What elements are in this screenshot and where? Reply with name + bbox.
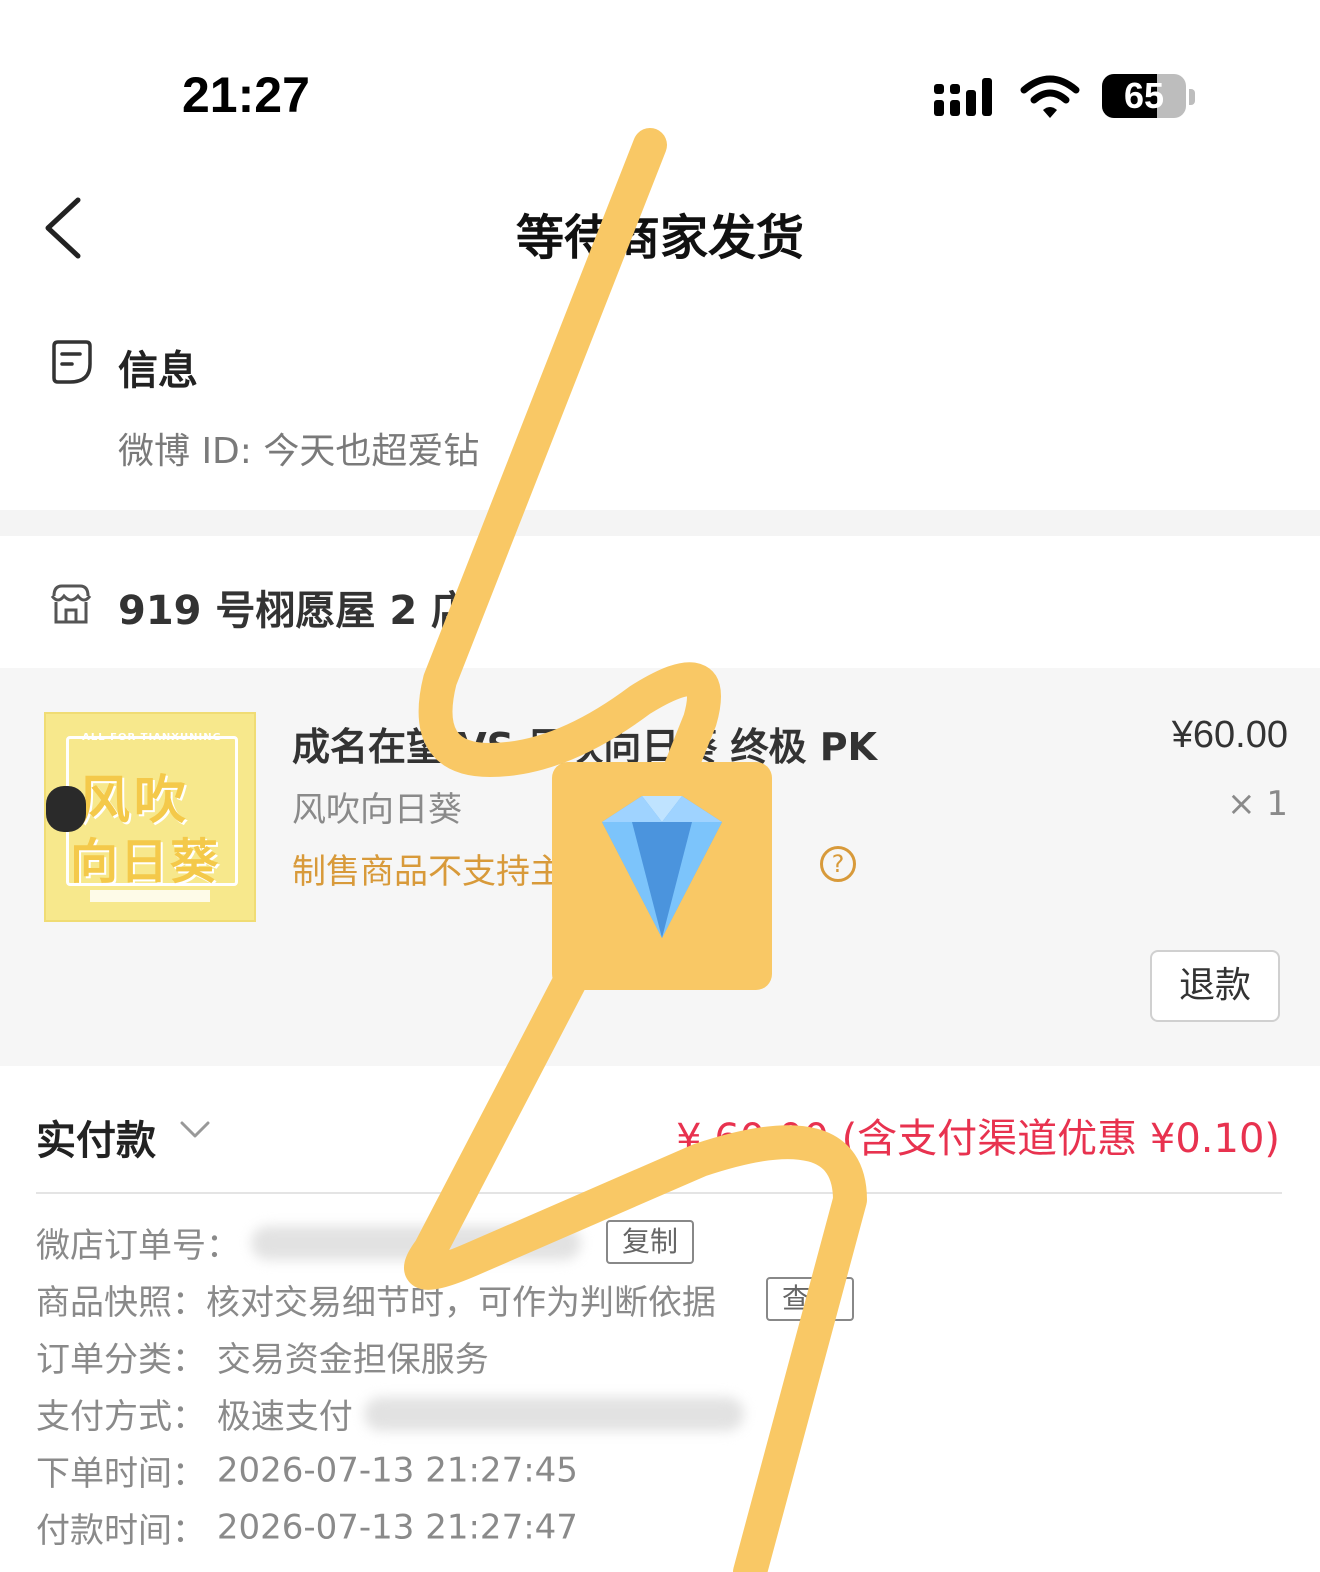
paid-amount: ¥ 60.00 (含支付渠道优惠 ¥0.10)	[676, 1116, 1280, 1162]
pay-time-value: 2026-07-13 21:27:47	[216, 1507, 578, 1548]
pay-method-redacted	[363, 1396, 744, 1431]
thumbnail-bar	[90, 890, 210, 902]
product-price: ¥60.00	[1171, 714, 1288, 756]
chevron-down-icon[interactable]	[180, 1120, 210, 1140]
view-snapshot-button[interactable]: 查看	[766, 1277, 854, 1321]
category-row: 订单分类： 交易资金担保服务	[36, 1332, 1286, 1389]
diamond-icon	[602, 796, 722, 938]
divider	[36, 1192, 1282, 1194]
info-title: 信息	[118, 348, 198, 394]
copy-button[interactable]: 复制	[606, 1220, 694, 1264]
category-label: 订单分类：	[36, 1340, 206, 1380]
order-number-row: 微店订单号： 复制	[36, 1218, 1286, 1275]
help-icon[interactable]: ?	[820, 846, 856, 882]
payment-row: 实付款 ¥ 60.00 (含支付渠道优惠 ¥0.10)	[0, 1066, 1320, 1194]
avatar	[46, 786, 86, 832]
pay-time-label: 付款时间：	[36, 1511, 206, 1551]
order-number-redacted	[250, 1225, 581, 1260]
cellular-signal-icon	[934, 78, 992, 116]
status-time: 21:27	[182, 67, 310, 123]
order-number-label: 微店订单号：	[36, 1226, 240, 1266]
status-bar: 21:27 65	[0, 0, 1320, 150]
product-variant: 风吹向日葵	[292, 790, 462, 830]
info-section: 信息 微博 ID: 今天也超爱钻	[0, 320, 1320, 510]
battery-tip	[1189, 89, 1195, 105]
weibo-id: 微博 ID: 今天也超爱钻	[118, 431, 480, 472]
refund-button[interactable]: 退款	[1150, 950, 1280, 1022]
section-divider	[0, 510, 1320, 536]
battery-icon: 65	[1102, 74, 1186, 118]
category-value: 交易资金担保服务	[216, 1340, 489, 1380]
nav-bar: 等待商家发货	[0, 170, 1320, 290]
wifi-icon	[1020, 75, 1080, 118]
product-quantity: × 1	[1227, 784, 1288, 824]
order-time-row: 下单时间： 2026-07-13 21:27:45	[36, 1446, 1286, 1503]
pay-time-row: 付款时间： 2026-07-13 21:27:47	[36, 1503, 1286, 1560]
message-icon	[52, 340, 92, 384]
page-title: 等待商家发货	[515, 210, 804, 266]
store-icon	[50, 584, 92, 624]
store-header[interactable]: 919 号栩愿屋 2 店	[0, 536, 1320, 668]
snapshot-label: 商品快照：核对交易细节时，可作为判断依据	[36, 1283, 716, 1323]
store-name[interactable]: 919 号栩愿屋 2 店	[118, 578, 471, 636]
pay-method-label: 支付方式：	[36, 1397, 206, 1437]
paid-amount-label: 实付款	[36, 1118, 156, 1164]
pay-method-value: 极速支付	[216, 1397, 353, 1437]
gem-sticker	[552, 762, 772, 990]
thumbnail-text-2: 向日葵	[70, 834, 221, 890]
battery-level: 65	[1123, 75, 1165, 116]
order-time-label: 下单时间：	[36, 1454, 206, 1494]
order-time-value: 2026-07-13 21:27:45	[216, 1450, 578, 1491]
snapshot-row: 商品快照：核对交易细节时，可作为判断依据 查看	[36, 1275, 1286, 1332]
order-details: 微店订单号： 复制 商品快照：核对交易细节时，可作为判断依据 查看 订单分类： …	[36, 1218, 1286, 1560]
pay-method-row: 支付方式： 极速支付	[36, 1389, 1286, 1446]
